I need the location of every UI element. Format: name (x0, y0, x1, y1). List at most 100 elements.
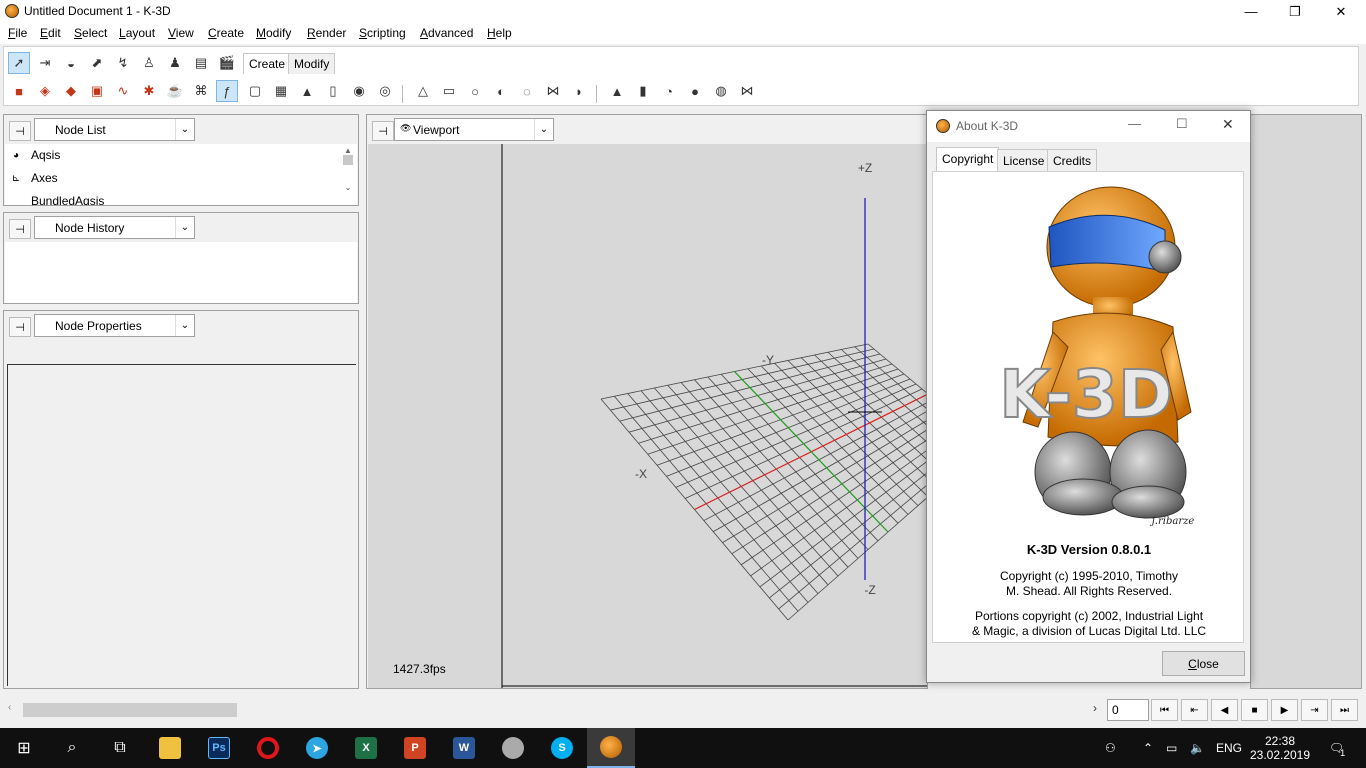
panel-type-combo[interactable]: Node History ⌄ (34, 216, 195, 239)
language-indicator[interactable]: ENG (1216, 728, 1242, 768)
chevron-up-icon[interactable]: ⌃ (1143, 728, 1153, 768)
grid-icon[interactable]: ▦ (270, 80, 292, 102)
powerpoint-icon[interactable]: P (391, 728, 439, 768)
menu-render[interactable]: Render (307, 26, 346, 40)
cone-icon[interactable]: ▲ (296, 80, 318, 102)
panel-type-combo[interactable]: 👁 Viewport ⌄ (394, 118, 554, 141)
quadric-paraboloid-icon[interactable]: ◌ (516, 80, 538, 102)
cube-quadric-icon[interactable]: ▢ (244, 80, 266, 102)
scrollbar-thumb[interactable] (343, 155, 353, 165)
tab-credits[interactable]: Credits (1047, 149, 1098, 171)
pin-icon[interactable]: ⊣ (9, 121, 31, 141)
close-dialog-button[interactable]: Close (1162, 651, 1245, 676)
pin-icon[interactable]: ⊣ (372, 121, 394, 141)
list-item[interactable]: ⊾ Axes (10, 171, 58, 185)
rotate-tool-icon[interactable]: ◒ (60, 52, 82, 74)
frame-input[interactable]: 0 (1107, 699, 1149, 721)
menu-file[interactable]: File (8, 26, 27, 40)
scroll-left-icon[interactable]: ‹ (8, 702, 11, 713)
close-button[interactable]: ✕ (1318, 0, 1364, 23)
minimize-button[interactable]: — (1228, 0, 1274, 23)
menu-help[interactable]: Help (487, 26, 512, 40)
menu-view[interactable]: View (168, 26, 194, 40)
teapot-icon[interactable]: ☕ (164, 80, 186, 102)
render-preview-icon[interactable]: ▤ (190, 52, 212, 74)
restore-button[interactable]: ❐ (1272, 0, 1318, 23)
select-tool-icon[interactable]: ➚ (8, 52, 30, 74)
nurbs-cone-icon[interactable]: ▲ (606, 80, 628, 102)
timeline-scrollbar[interactable]: ‹ › (3, 700, 1103, 720)
function-icon[interactable]: ƒ (216, 80, 238, 102)
move-tool-icon[interactable]: ⇥ (34, 52, 56, 74)
quadric-hyperboloid-icon[interactable]: ◐ (490, 80, 512, 102)
play-icon[interactable]: ▶ (1271, 699, 1298, 721)
telegram-icon[interactable]: ➤ (293, 728, 341, 768)
k3d-taskbar-icon[interactable] (587, 728, 635, 768)
tab-create[interactable]: Create (243, 53, 292, 74)
nurbs-torus-icon[interactable]: ◍ (710, 80, 732, 102)
notifications-icon[interactable]: 🗨 1 (1322, 728, 1352, 768)
parent-tool-icon[interactable]: ♙ (138, 52, 160, 74)
menu-select[interactable]: Select (74, 26, 107, 40)
menu-scripting[interactable]: Scripting (359, 26, 406, 40)
first-frame-icon[interactable]: ⏮ (1151, 699, 1178, 721)
menu-modify[interactable]: Modify (256, 26, 291, 40)
clock[interactable]: 22:38 23.02.2019 (1250, 728, 1310, 768)
word-icon[interactable]: W (440, 728, 488, 768)
nurbs-hyperboloid-icon[interactable]: ⋈ (736, 80, 758, 102)
quadric-torus-icon[interactable]: ◗ (568, 80, 590, 102)
search-icon[interactable]: ⌕ (48, 728, 96, 768)
panel-type-combo[interactable]: Node List ⌄ (34, 118, 195, 141)
menu-layout[interactable]: Layout (119, 26, 155, 40)
play-loop-icon[interactable]: ⇥ (1301, 699, 1328, 721)
scroll-up-icon[interactable]: ▲ (341, 146, 355, 155)
scroll-right-icon[interactable]: › (1093, 701, 1097, 715)
skype-icon[interactable]: S (538, 728, 586, 768)
scrollbar-thumb[interactable] (23, 703, 237, 717)
list-item[interactable]: BundledAqsis (10, 194, 104, 205)
play-reverse-icon[interactable]: ◀ (1211, 699, 1238, 721)
task-view-icon[interactable]: ⧉ (96, 728, 144, 768)
nurbs-cylinder-icon[interactable]: ▮ (632, 80, 654, 102)
torus-icon[interactable]: ◎ (374, 80, 396, 102)
nurbs-sphere-icon[interactable]: ● (684, 80, 706, 102)
scale-tool-icon[interactable]: ⬈ (86, 52, 108, 74)
cylinder-icon[interactable]: ▯ (322, 80, 344, 102)
unparent-tool-icon[interactable]: ♟ (164, 52, 186, 74)
menu-edit[interactable]: Edit (40, 26, 61, 40)
people-icon[interactable]: ⚇ (1105, 728, 1116, 768)
node-list-scrollbar[interactable]: ▲ ⌄ (341, 146, 355, 203)
poly-cylinder-icon[interactable]: ◆ (60, 80, 82, 102)
maximize-button[interactable]: ☐ (1176, 116, 1188, 132)
last-frame-icon[interactable]: ⏭ (1331, 699, 1358, 721)
nurbs-disk-icon[interactable]: ◔ (658, 80, 680, 102)
tab-copyright[interactable]: Copyright (936, 147, 1000, 172)
file-explorer-icon[interactable] (146, 728, 194, 768)
photoshop-icon[interactable]: Ps (195, 728, 243, 768)
quadric-sphere-icon[interactable]: ⋈ (542, 80, 564, 102)
minimize-button[interactable]: — (1128, 116, 1141, 131)
pin-icon[interactable]: ⊣ (9, 219, 31, 239)
curve-icon[interactable]: ∿ (112, 80, 134, 102)
windows-start-icon[interactable]: ⊞ (0, 728, 48, 768)
network-icon[interactable]: ▭ (1166, 728, 1177, 768)
render-animation-icon[interactable]: 🎬 (216, 52, 238, 74)
close-icon[interactable]: ✕ (1222, 116, 1234, 133)
poly-sphere-icon[interactable]: ✱ (138, 80, 160, 102)
panel-type-combo[interactable]: Node Properties ⌄ (34, 314, 195, 337)
list-item[interactable]: ◕ Aqsis (10, 148, 60, 162)
poly-cube-outline-icon[interactable]: ◈ (34, 80, 56, 102)
disk-icon[interactable]: ◉ (348, 80, 370, 102)
menu-create[interactable]: Create (208, 26, 244, 40)
menu-advanced[interactable]: Advanced (420, 26, 473, 40)
snap-tool-icon[interactable]: ↯ (112, 52, 134, 74)
quadric-cylinder-icon[interactable]: ▭ (438, 80, 460, 102)
scroll-down-icon[interactable]: ⌄ (341, 183, 355, 192)
play-reverse-loop-icon[interactable]: ⇤ (1181, 699, 1208, 721)
viewport-canvas[interactable]: +Z -Z -Y -X 1427.3fps (368, 144, 927, 688)
opera-icon[interactable] (244, 728, 292, 768)
tab-modify[interactable]: Modify (288, 53, 336, 74)
bezier-icon[interactable]: ⌘ (190, 80, 212, 102)
poly-cube-icon[interactable]: ■ (8, 80, 30, 102)
pin-icon[interactable]: ⊣ (9, 317, 31, 337)
